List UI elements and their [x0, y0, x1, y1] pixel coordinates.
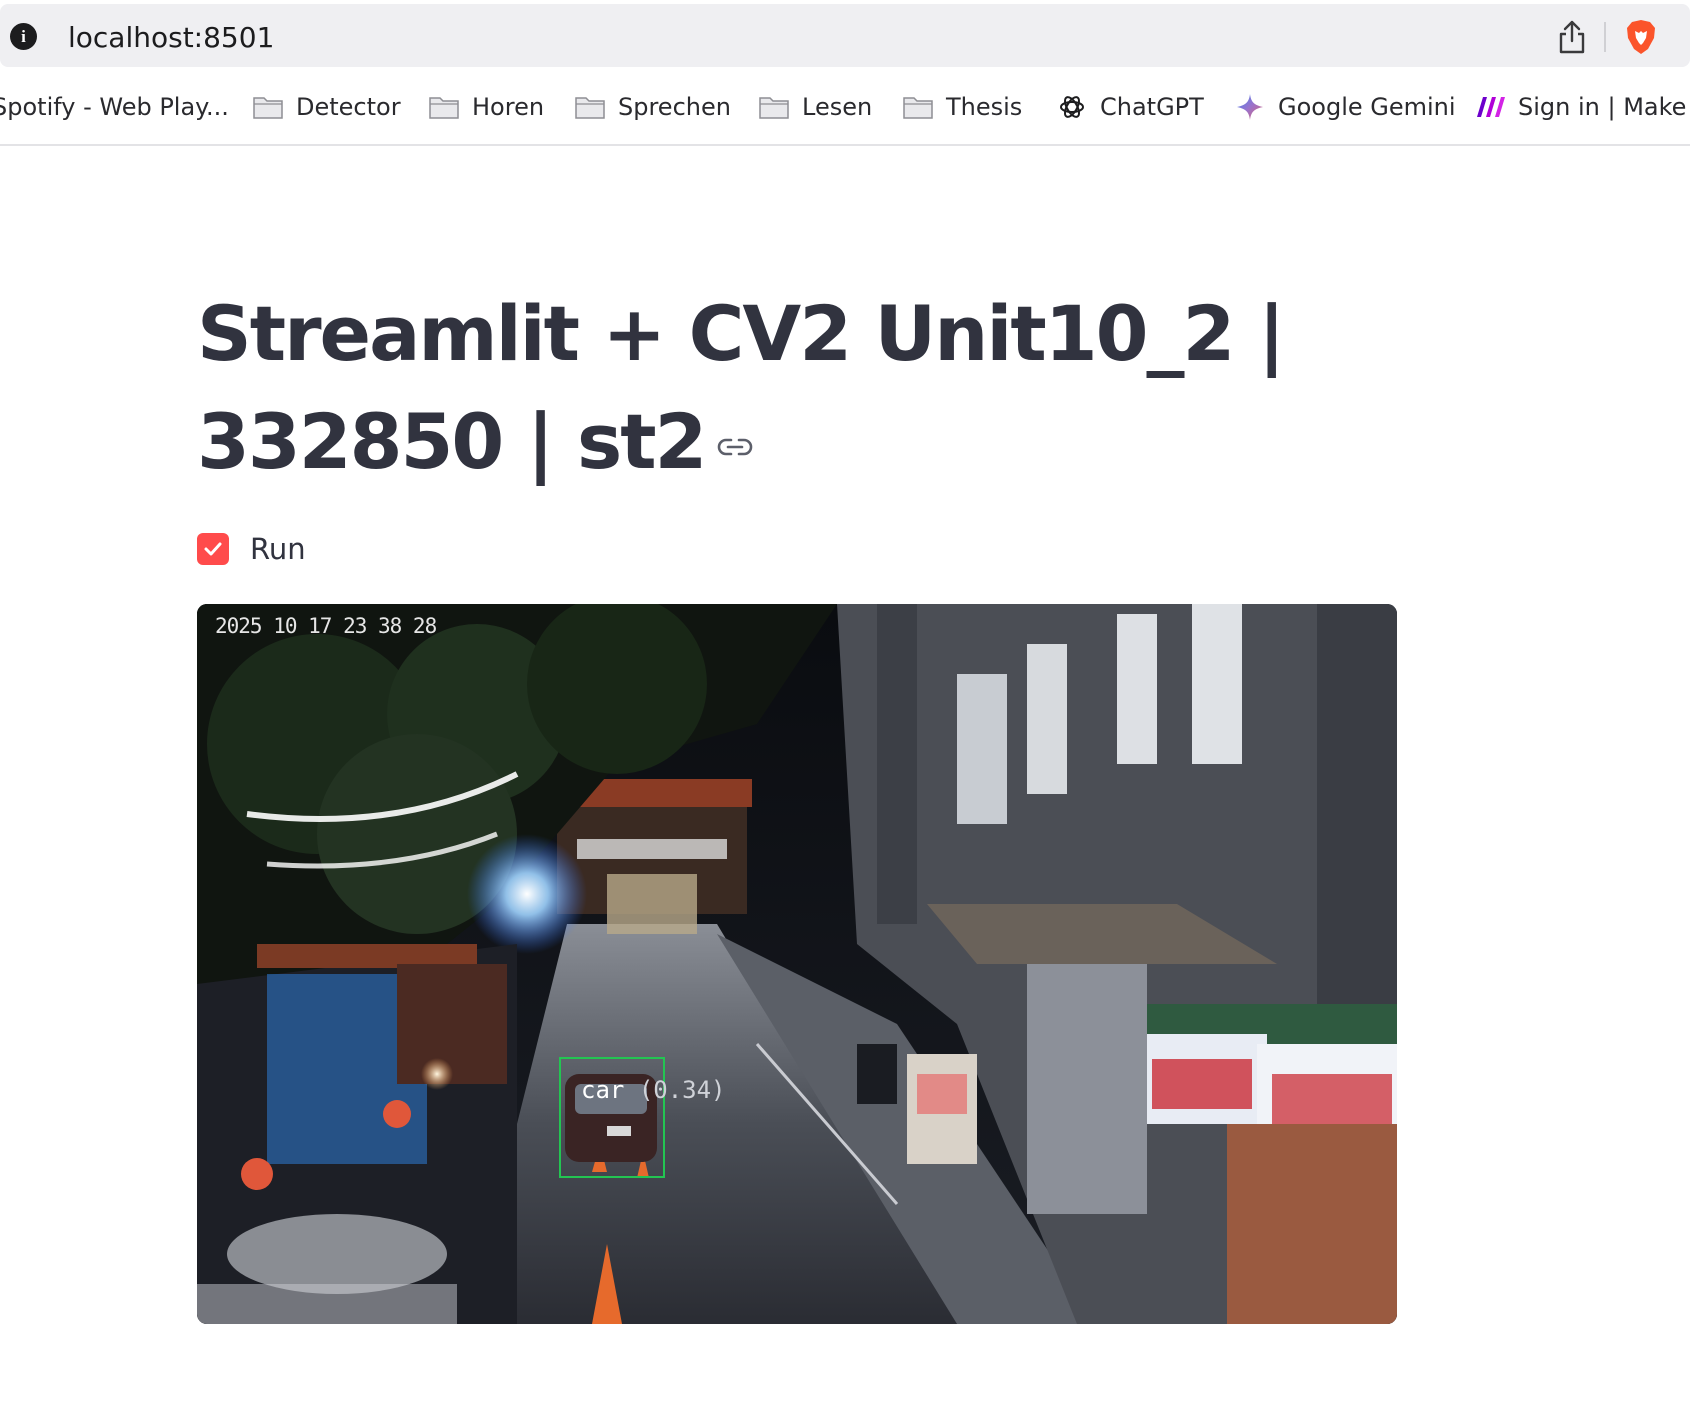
bookmark-label: Sprechen — [618, 93, 731, 121]
video-frame: 2025 10 17 23 38 28 car (0.34) — [197, 604, 1397, 1324]
detection-score: (0.34) — [638, 1076, 726, 1104]
bookmark-label: Detector — [296, 93, 401, 121]
bookmark-label: Spotify - Web Play... — [0, 93, 229, 121]
brave-icon[interactable] — [1624, 18, 1658, 56]
bookmark-lesen[interactable]: Lesen — [758, 90, 872, 124]
link-icon[interactable] — [717, 436, 753, 458]
run-checkbox[interactable] — [197, 533, 229, 565]
bookmark-label: Sign in | Make H — [1518, 93, 1690, 121]
address-bar[interactable]: i localhost:8501 — [0, 4, 1690, 67]
share-icon[interactable] — [1557, 19, 1587, 55]
folder-icon — [759, 97, 789, 119]
bookmark-make[interactable]: Sign in | Make H — [1474, 90, 1690, 124]
toolbar-separator — [1604, 22, 1606, 52]
folder-icon — [429, 97, 459, 119]
bookmark-label: Horen — [472, 93, 545, 121]
folder-icon — [903, 97, 933, 119]
make-icon — [1477, 97, 1505, 117]
bookmark-label: Thesis — [946, 93, 1023, 121]
bookmarks-bar: Spotify - Web Play... Detector Horen Spr… — [0, 76, 1690, 146]
page-title: Streamlit + CV2 Unit10_2 | 332850 | st2 — [197, 280, 1577, 496]
bookmark-label: ChatGPT — [1100, 93, 1204, 121]
bookmark-thesis[interactable]: Thesis — [902, 90, 1022, 124]
bookmark-sprechen[interactable]: Sprechen — [574, 90, 731, 124]
camera-feed-image — [197, 604, 1397, 1324]
detection-label: car (0.34) — [581, 1076, 726, 1104]
gemini-icon — [1237, 94, 1263, 120]
bookmark-horen[interactable]: Horen — [428, 90, 544, 124]
run-checkbox-row[interactable]: Run — [197, 532, 306, 566]
video-timestamp: 2025 10 17 23 38 28 — [215, 614, 437, 638]
folder-icon — [253, 97, 283, 119]
detection-class: car — [581, 1076, 625, 1104]
folder-icon — [575, 97, 605, 119]
chatgpt-icon — [1060, 96, 1084, 118]
url-text[interactable]: localhost:8501 — [68, 21, 274, 54]
info-icon[interactable]: i — [10, 23, 37, 50]
bookmark-spotify[interactable]: Spotify - Web Play... — [0, 90, 229, 124]
bookmark-label: Lesen — [802, 93, 873, 121]
bookmark-label: Google Gemini — [1278, 93, 1456, 121]
bookmark-detector[interactable]: Detector — [252, 90, 401, 124]
checkmark-icon — [204, 542, 222, 556]
bookmark-chatgpt[interactable]: ChatGPT — [1056, 90, 1204, 124]
bookmark-gemini[interactable]: Google Gemini — [1234, 90, 1456, 124]
run-checkbox-label[interactable]: Run — [250, 532, 306, 566]
